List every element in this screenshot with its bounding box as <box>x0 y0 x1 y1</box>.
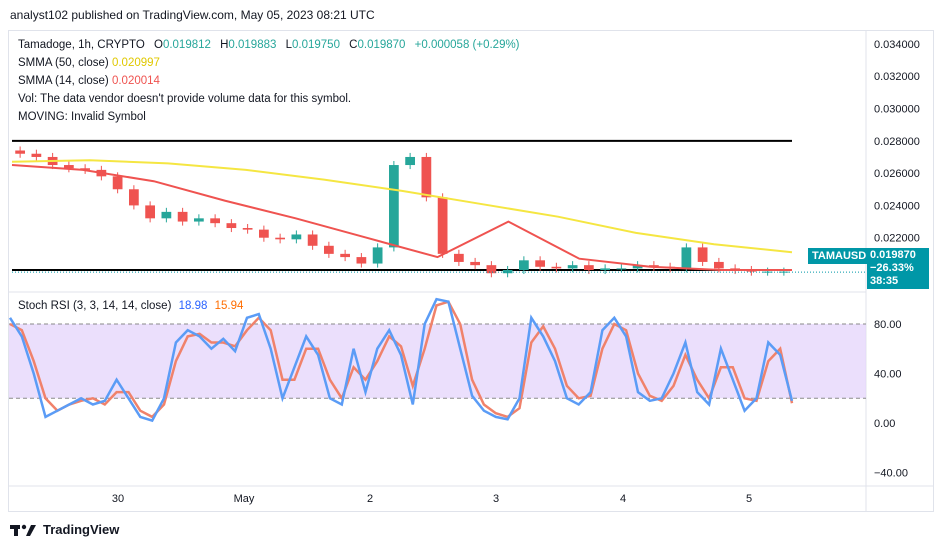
candle-body <box>519 260 529 271</box>
stoch-axis-tick: 0.00 <box>874 418 895 430</box>
price-tag: 0.019870 −26.33% 38:35 <box>867 248 929 289</box>
time-axis-tick: May <box>234 493 255 505</box>
candle-body <box>340 253 350 258</box>
smma50-line <box>11 159 793 254</box>
legend-smma50-value: 0.020997 <box>111 57 160 69</box>
candle-body <box>616 268 627 270</box>
legend-l-value: 0.019750 <box>292 39 340 51</box>
legend-smma14-label: SMMA (14, close) <box>18 75 109 87</box>
candle-body <box>421 156 432 198</box>
candle-body <box>275 237 285 240</box>
candle-body <box>697 247 708 262</box>
time-axis-tick: 2 <box>367 493 373 505</box>
candle-body <box>129 189 139 206</box>
tradingview-logo-icon <box>10 524 36 536</box>
candle-body <box>259 229 269 238</box>
candle-body <box>389 165 399 248</box>
price-tag-value: 0.019870 <box>870 249 916 261</box>
legend-change: +0.000058 (+0.29%) <box>414 39 520 51</box>
candle-body <box>291 234 302 240</box>
price-axis-tick: 0.034000 <box>874 39 920 51</box>
price-axis-tick: 0.026000 <box>874 168 920 180</box>
legend-moving-note: MOVING: Invalid Symbol <box>18 111 146 123</box>
legend-h-value: 0.019883 <box>228 39 277 51</box>
price-axis-tick: 0.022000 <box>874 233 920 245</box>
candle-body <box>714 261 724 269</box>
candle-body <box>161 211 172 219</box>
candle-body <box>372 247 383 264</box>
legend-smma14-value: 0.020014 <box>111 75 160 87</box>
time-axis-tick: 4 <box>620 493 626 505</box>
footer-brand-label: TradingView <box>43 522 120 537</box>
stoch-k-value: 18.98 <box>178 300 208 312</box>
candle-body <box>437 197 448 254</box>
price-tag-change: −26.33% <box>870 262 914 274</box>
price-axis-tick: 0.032000 <box>874 71 920 83</box>
candle-body <box>15 150 25 154</box>
stoch-axis-tick: −40.00 <box>874 468 908 480</box>
time-axis-tick: 30 <box>112 493 124 505</box>
candle-body <box>324 245 334 254</box>
stoch-d-value: 15.94 <box>214 300 244 312</box>
candle-body <box>242 228 253 230</box>
legend-smma14-row: SMMA (14, close) 0.020014 <box>18 72 520 90</box>
candle-body <box>551 266 562 269</box>
price-axis-tick: 0.030000 <box>874 104 920 116</box>
stoch-legend: Stoch RSI (3, 3, 14, 14, close) 18.98 15… <box>18 300 243 312</box>
candle-body <box>470 261 480 266</box>
candle-body <box>681 247 692 269</box>
candle-body <box>356 257 367 264</box>
legend-ohlc-row: Tamadoge, 1h, CRYPTO O0.019812 H0.019883… <box>18 36 520 54</box>
stoch-axis-tick: 40.00 <box>874 369 902 381</box>
stoch-axis-tick: 80.00 <box>874 319 902 331</box>
price-layer <box>11 139 866 278</box>
price-axis-tick: 0.028000 <box>874 136 920 148</box>
candle-body <box>405 156 415 166</box>
time-axis-tick: 3 <box>493 493 499 505</box>
candle-body <box>112 176 123 190</box>
legend-o-value: 0.019812 <box>162 39 211 51</box>
candle-body <box>486 265 497 274</box>
candle-body <box>584 265 594 271</box>
legend-smma50-label: SMMA (50, close) <box>18 57 109 69</box>
legend-symbol: Tamadoge, 1h, CRYPTO <box>18 39 145 51</box>
candle-body <box>31 153 42 157</box>
footer-brand[interactable]: TradingView <box>10 522 119 537</box>
candle-body <box>567 265 578 269</box>
candle-body <box>194 218 204 222</box>
candle-body <box>307 234 318 246</box>
legend-smma50-row: SMMA (50, close) 0.020997 <box>18 54 520 72</box>
candle-body <box>226 223 237 229</box>
candle-body <box>535 260 545 267</box>
stoch-band <box>9 323 866 399</box>
legend-c-value: 0.019870 <box>357 39 406 51</box>
smma14-line <box>11 164 792 271</box>
price-axis-tick: 0.024000 <box>874 200 920 212</box>
price-tag-countdown: 38:35 <box>870 275 899 287</box>
candle-body <box>600 268 610 271</box>
time-axis-tick: 5 <box>746 493 752 505</box>
candle-body <box>145 205 155 219</box>
stoch-label: Stoch RSI (3, 3, 14, 14, close) <box>18 300 172 312</box>
symbol-tag: TAMAUSD <box>808 248 871 264</box>
candle-body <box>454 253 464 262</box>
candle-body <box>177 211 188 222</box>
legend-vol-note: Vol: The data vendor doesn't provide vol… <box>18 93 352 105</box>
price-legend: Tamadoge, 1h, CRYPTO O0.019812 H0.019883… <box>18 36 520 126</box>
legend-o-label: O <box>153 39 163 51</box>
candle-body <box>210 218 220 224</box>
